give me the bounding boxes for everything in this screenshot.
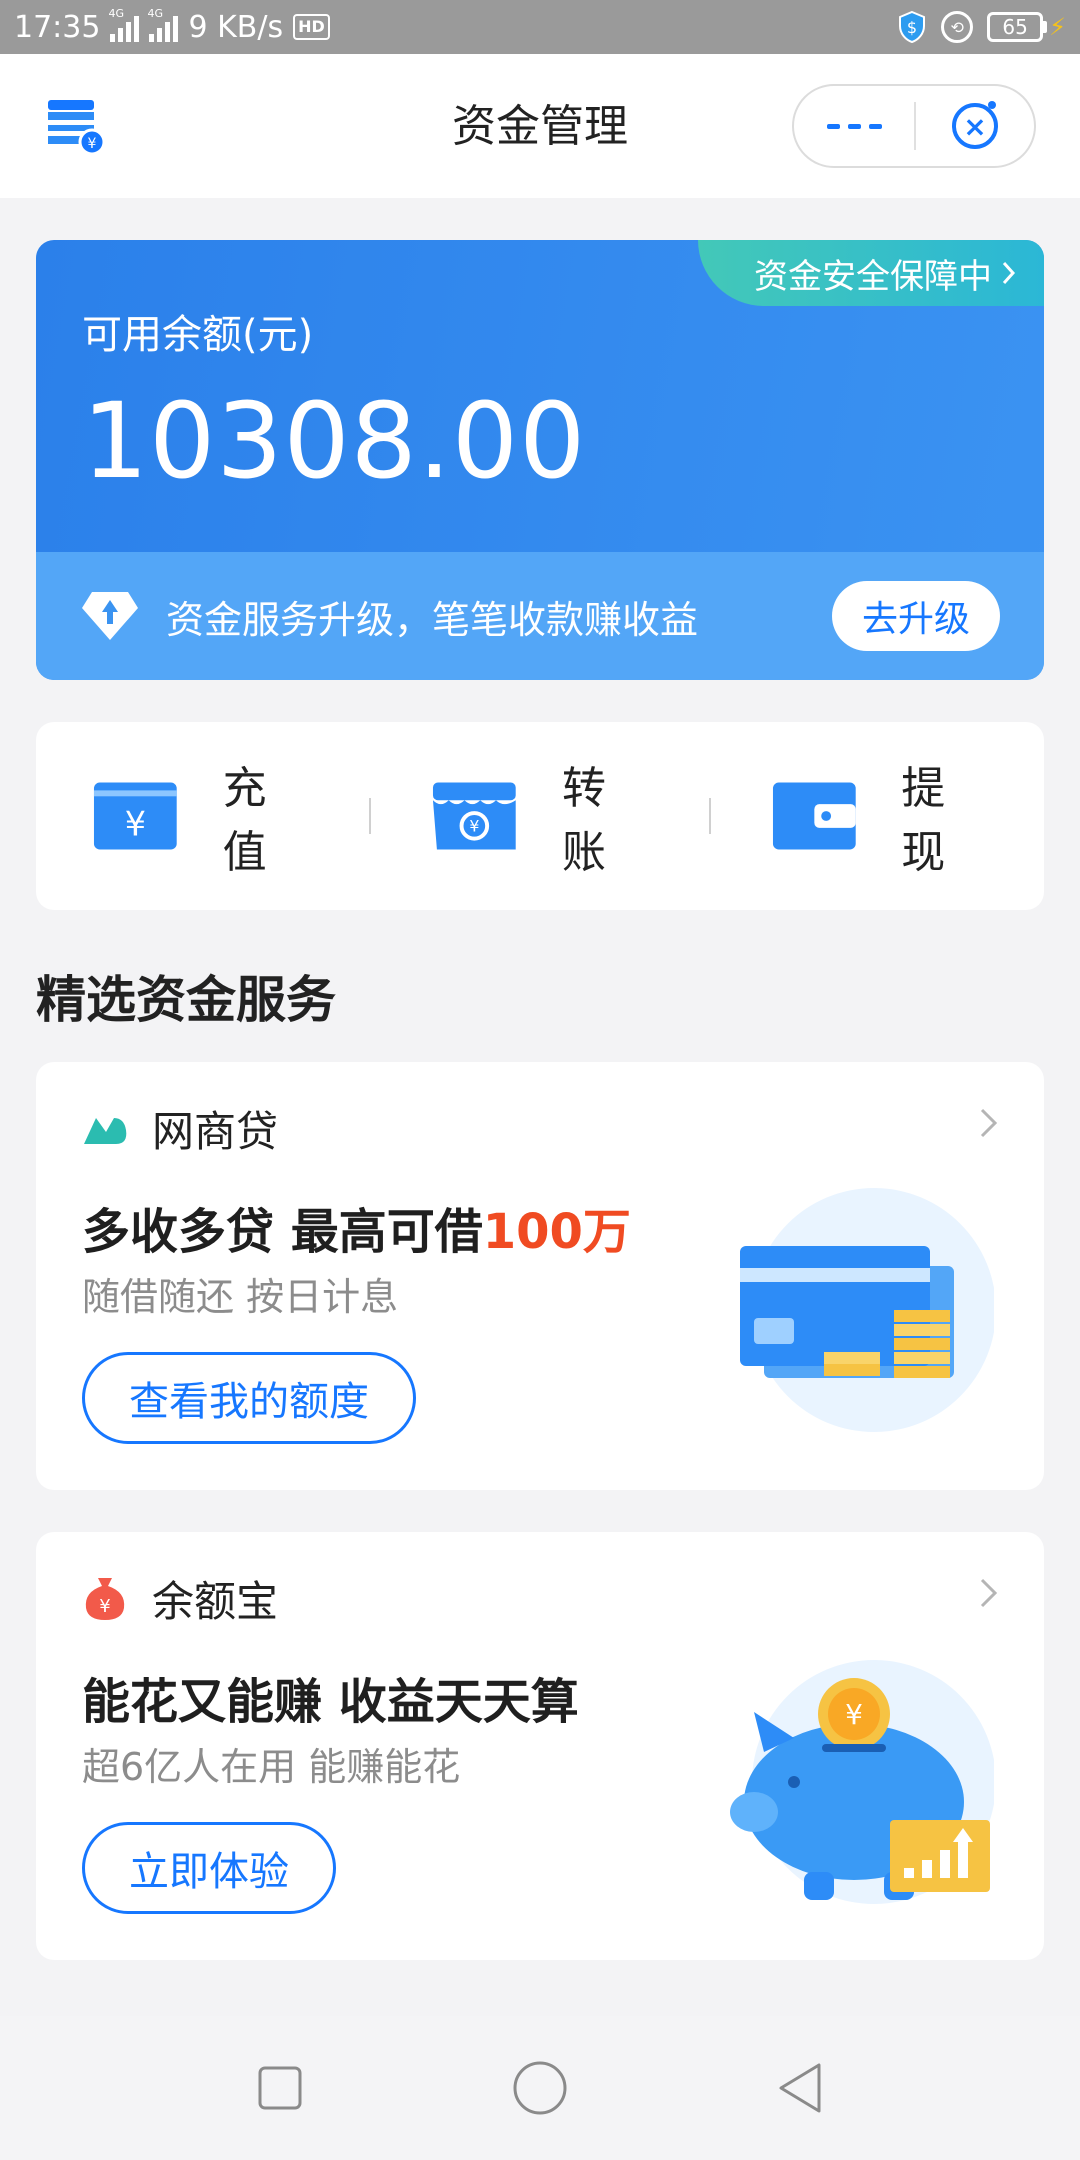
service-card-yuebao[interactable]: ¥ 余额宝 能花又能赚 收益天天算 超6亿人在用 能赚能花 立即体验 ¥ bbox=[36, 1532, 1044, 1960]
check-credit-button[interactable]: 查看我的额度 bbox=[82, 1352, 416, 1444]
try-now-button[interactable]: 立即体验 bbox=[82, 1822, 336, 1914]
withdraw-action[interactable]: 提现 bbox=[771, 752, 988, 880]
back-button[interactable] bbox=[770, 2058, 830, 2118]
status-bar: 17:35 4G 4G 9 KB/s HD $ ⟲ 65 ⚡ bbox=[0, 0, 1080, 54]
transfer-icon: ¥ bbox=[433, 782, 517, 850]
chevron-right-icon[interactable] bbox=[978, 1106, 1000, 1140]
diamond-upgrade-icon bbox=[82, 592, 138, 640]
network-speed: 9 KB/s bbox=[188, 9, 284, 45]
status-time: 17:35 bbox=[14, 9, 101, 45]
signal-icon-2: 4G bbox=[147, 8, 179, 42]
upgrade-text: 资金服务升级，笔笔收款赚收益 bbox=[166, 597, 699, 642]
service-name: 网商贷 bbox=[152, 1107, 279, 1156]
balance-amount: 10308.00 bbox=[82, 380, 587, 502]
svg-text:¥: ¥ bbox=[845, 1698, 863, 1731]
balance-label: 可用余额(元) bbox=[82, 312, 314, 358]
quick-actions: ¥ 充值 ¥ 转账 提现 bbox=[36, 722, 1044, 910]
hd-icon: HD bbox=[293, 14, 330, 40]
close-icon: × bbox=[952, 101, 998, 149]
service-subtitle: 随借随还 按日计息 bbox=[82, 1275, 399, 1319]
mybank-loan-logo bbox=[84, 1117, 127, 1144]
service-headline: 能花又能赚 收益天天算 bbox=[82, 1674, 579, 1730]
section-title: 精选资金服务 bbox=[36, 971, 336, 1029]
system-navigation-bar bbox=[0, 2016, 1080, 2160]
nav-bar: ¥ 资金管理 × bbox=[0, 54, 1080, 198]
transfer-action[interactable]: ¥ 转账 bbox=[431, 752, 648, 880]
bank-card-coins-illustration bbox=[740, 1188, 994, 1432]
withdraw-icon bbox=[772, 782, 856, 850]
upgrade-button[interactable]: 去升级 bbox=[832, 581, 1000, 651]
service-subtitle: 超6亿人在用 能赚能花 bbox=[82, 1745, 461, 1789]
svg-text:$: $ bbox=[907, 18, 917, 37]
signal-icon: 4G bbox=[108, 8, 140, 42]
battery-icon: 65 ⚡ bbox=[987, 12, 1066, 42]
recharge-icon: ¥ bbox=[93, 782, 177, 850]
divider bbox=[708, 798, 711, 834]
balance-card: 资金安全保障中 可用余额(元) 10308.00 资金服务升级，笔笔收款赚收益 … bbox=[36, 240, 1044, 680]
yuebao-logo: ¥ bbox=[85, 1577, 125, 1620]
recent-apps-button[interactable] bbox=[250, 2058, 310, 2118]
service-name: 余额宝 bbox=[152, 1577, 279, 1626]
charging-icon: ⚡ bbox=[1049, 13, 1066, 41]
rotation-lock-icon: ⟲ bbox=[941, 11, 974, 43]
divider bbox=[369, 798, 372, 834]
service-card-mybank-loan[interactable]: 网商贷 多收多贷 最高可借100万 随借随还 按日计息 查看我的额度 bbox=[36, 1062, 1044, 1490]
home-button[interactable] bbox=[510, 2058, 570, 2118]
chevron-right-icon[interactable] bbox=[978, 1576, 1000, 1610]
mini-program-capsule: × bbox=[792, 84, 1036, 168]
security-badge[interactable]: 资金安全保障中 bbox=[698, 240, 1044, 306]
square-icon bbox=[258, 2066, 302, 2110]
service-headline: 多收多贷 最高可借100万 bbox=[82, 1204, 631, 1260]
shield-icon: $ bbox=[899, 10, 926, 44]
svg-text:¥: ¥ bbox=[125, 805, 146, 844]
more-button[interactable] bbox=[794, 86, 914, 166]
circle-icon bbox=[513, 2061, 567, 2115]
triangle-back-icon bbox=[779, 2063, 821, 2113]
svg-text:¥: ¥ bbox=[470, 817, 480, 836]
svg-text:¥: ¥ bbox=[99, 1596, 110, 1617]
recharge-action[interactable]: ¥ 充值 bbox=[92, 752, 309, 880]
piggy-bank-illustration: ¥ bbox=[730, 1660, 994, 1904]
close-button[interactable]: × bbox=[916, 86, 1034, 166]
upgrade-banner: 资金服务升级，笔笔收款赚收益 去升级 bbox=[36, 552, 1044, 680]
chevron-right-icon bbox=[1002, 261, 1016, 285]
